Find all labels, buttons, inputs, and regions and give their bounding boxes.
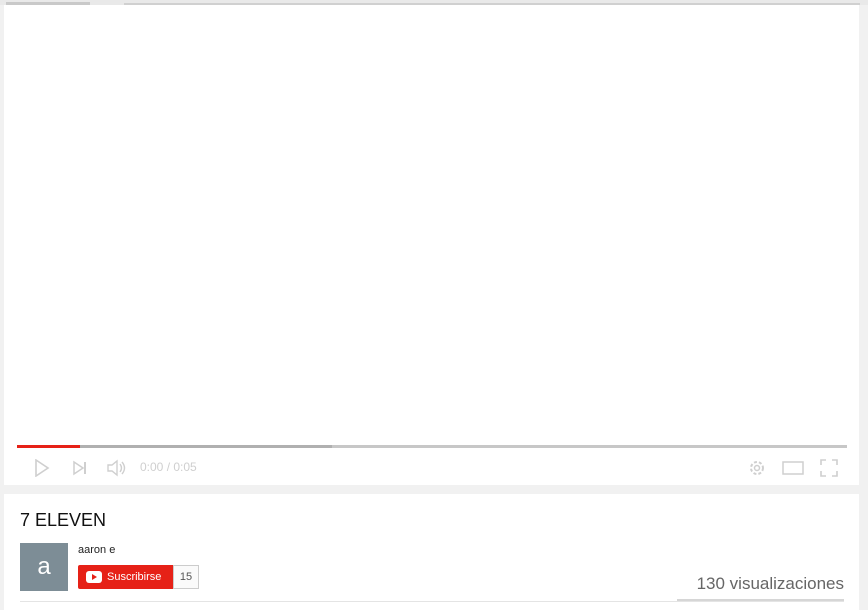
next-button[interactable] (68, 450, 92, 485)
play-icon (34, 458, 50, 477)
video-viewport[interactable] (4, 5, 859, 445)
duration: 0:05 (173, 460, 197, 474)
play-button[interactable] (30, 450, 54, 485)
fullscreen-icon (820, 458, 838, 477)
avatar-letter: a (37, 553, 51, 580)
gear-icon (747, 458, 767, 478)
subscribe-button[interactable]: Suscribirse (78, 565, 173, 589)
mute-button[interactable] (104, 450, 130, 485)
volume-icon (106, 459, 128, 477)
fullscreen-button[interactable] (816, 450, 842, 485)
subscribe-label: Suscribirse (107, 571, 162, 583)
youtube-logo-icon (86, 571, 102, 583)
divider (20, 601, 844, 602)
video-info-panel: 7 ELEVEN a aaron e Suscribirse 15 130 vi… (4, 494, 859, 610)
channel-avatar[interactable]: a (20, 543, 68, 591)
next-icon (72, 460, 88, 476)
progress-played (17, 445, 81, 448)
video-player[interactable]: 0:00 / 0:05 (4, 5, 859, 485)
subscriber-count: 15 (173, 565, 199, 589)
theater-mode-button[interactable] (779, 450, 807, 485)
progress-bar[interactable] (17, 445, 847, 448)
channel-name[interactable]: aaron e (78, 544, 115, 556)
current-time: 0:00 (140, 460, 164, 474)
view-count: 130 visualizaciones (696, 574, 844, 593)
video-title: 7 ELEVEN (20, 510, 107, 530)
theater-mode-icon (782, 460, 804, 475)
time-separator: / (163, 460, 174, 474)
time-display: 0:00 / 0:05 (140, 450, 197, 485)
player-controls: 0:00 / 0:05 (4, 450, 859, 485)
settings-button[interactable] (744, 450, 770, 485)
